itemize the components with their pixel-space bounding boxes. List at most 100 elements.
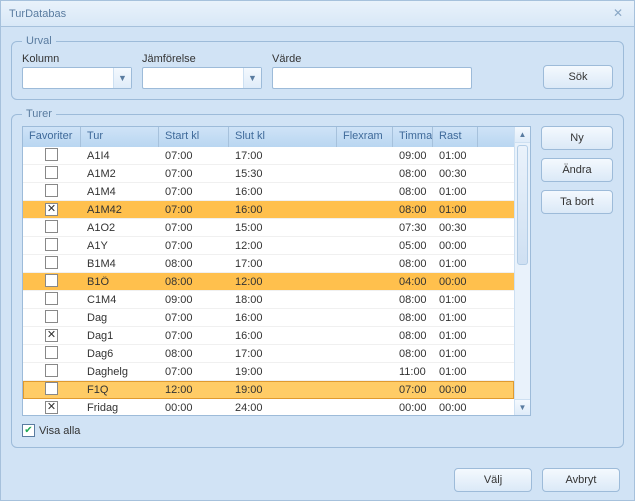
scroll-down-icon[interactable]: ▼ [515,399,530,415]
col-tur[interactable]: Tur [81,127,159,147]
favorite-cell [23,310,81,326]
window-title: TurDatabas [9,8,66,20]
col-rast[interactable]: Rast [433,127,478,147]
table-row[interactable]: ✕Dag107:0016:0008:0001:00 [23,327,514,345]
tur-cell: Dag [81,312,159,324]
favorite-checkbox[interactable] [45,346,58,359]
rast-cell: 01:00 [433,312,478,324]
timma-cell: 04:00 [393,276,433,288]
table-row[interactable]: A1M207:0015:3008:0000:30 [23,165,514,183]
favorite-checkbox[interactable] [45,256,58,269]
slut-cell: 16:00 [229,186,337,198]
turer-grid: Favoriter Tur Start kl Slut kl Flexram T… [22,126,531,416]
favorite-cell [23,166,81,182]
favorite-cell [23,238,81,254]
timma-cell: 11:00 [393,366,433,378]
favorite-checkbox[interactable] [45,292,58,305]
start-cell: 07:00 [159,240,229,252]
rast-cell: 01:00 [433,258,478,270]
favorite-checkbox[interactable] [45,220,58,233]
favorite-checkbox[interactable] [45,364,58,377]
varde-input[interactable] [273,68,471,88]
tur-cell: A1I4 [81,150,159,162]
col-slut[interactable]: Slut kl [229,127,337,147]
table-row[interactable]: C1M409:0018:0008:0001:00 [23,291,514,309]
favorite-checkbox[interactable]: ✕ [45,203,58,216]
favorite-checkbox[interactable] [45,238,58,251]
tur-cell: Dag6 [81,348,159,360]
timma-cell: 07:00 [393,384,433,396]
favorite-cell [23,364,81,380]
jamforelse-combo[interactable]: ▼ [142,67,262,89]
start-cell: 07:00 [159,222,229,234]
rast-cell: 01:00 [433,366,478,378]
rast-cell: 01:00 [433,330,478,342]
table-row[interactable]: A1M407:0016:0008:0001:00 [23,183,514,201]
start-cell: 07:00 [159,150,229,162]
table-row[interactable]: B1Ö08:0012:0004:0000:00 [23,273,514,291]
tur-cell: Dag1 [81,330,159,342]
scroll-thumb[interactable] [517,145,528,265]
col-favoriter[interactable]: Favoriter [23,127,81,147]
tabort-button[interactable]: Ta bort [541,190,613,214]
favorite-checkbox[interactable] [45,148,58,161]
visa-alla-checkbox[interactable]: ✔ [22,424,35,437]
start-cell: 00:00 [159,402,229,414]
scroll-up-icon[interactable]: ▲ [515,127,530,143]
col-start[interactable]: Start kl [159,127,229,147]
slut-cell: 24:00 [229,402,337,414]
table-row[interactable]: ✕A1M4207:0016:0008:0001:00 [23,201,514,219]
rast-cell: 00:00 [433,276,478,288]
tur-cell: C1M4 [81,294,159,306]
slut-cell: 16:00 [229,330,337,342]
visa-alla-row: ✔ Visa alla [22,424,613,437]
scroll-track[interactable] [515,143,530,399]
favorite-cell [23,220,81,236]
chevron-down-icon[interactable]: ▼ [113,68,131,88]
timma-cell: 05:00 [393,240,433,252]
slut-cell: 15:30 [229,168,337,180]
ny-button[interactable]: Ny [541,126,613,150]
table-row[interactable]: A1Y07:0012:0005:0000:00 [23,237,514,255]
valj-button[interactable]: Välj [454,468,532,492]
varde-label: Värde [272,53,472,65]
favorite-checkbox[interactable] [45,382,58,395]
close-icon[interactable]: ✕ [610,6,626,22]
titlebar: TurDatabas ✕ [1,1,634,27]
table-row[interactable]: Dag07:0016:0008:0001:00 [23,309,514,327]
timma-cell: 08:00 [393,258,433,270]
favorite-checkbox[interactable] [45,184,58,197]
favorite-checkbox[interactable]: ✕ [45,401,58,414]
chevron-down-icon[interactable]: ▼ [243,68,261,88]
favorite-checkbox[interactable] [45,166,58,179]
favorite-checkbox[interactable] [45,274,58,287]
table-row[interactable]: Daghelg07:0019:0011:0001:00 [23,363,514,381]
tur-cell: A1M42 [81,204,159,216]
rast-cell: 01:00 [433,348,478,360]
table-row[interactable]: F1Q12:0019:0007:0000:00 [23,381,514,399]
andra-button[interactable]: Ändra [541,158,613,182]
kolumn-combo[interactable]: ▼ [22,67,132,89]
tur-cell: A1O2 [81,222,159,234]
favorite-cell [23,292,81,308]
table-row[interactable]: A1O207:0015:0007:3000:30 [23,219,514,237]
rast-cell: 01:00 [433,186,478,198]
col-timma[interactable]: Timma [393,127,433,147]
table-row[interactable]: ✕Fridag00:0024:0000:0000:00 [23,399,514,415]
content-area: Urval Kolumn ▼ Jämförelse ▼ [1,27,634,464]
avbryt-button[interactable]: Avbryt [542,468,620,492]
table-row[interactable]: B1M408:0017:0008:0001:00 [23,255,514,273]
sok-button[interactable]: Sök [543,65,613,89]
turer-group: Turer Favoriter Tur Start kl Slut kl Fle… [11,108,624,448]
favorite-checkbox[interactable] [45,310,58,323]
table-row[interactable]: Dag608:0017:0008:0001:00 [23,345,514,363]
col-flexram[interactable]: Flexram [337,127,393,147]
favorite-checkbox[interactable]: ✕ [45,329,58,342]
timma-cell: 00:00 [393,402,433,414]
timma-cell: 09:00 [393,150,433,162]
slut-cell: 12:00 [229,276,337,288]
tur-cell: A1Y [81,240,159,252]
table-row[interactable]: A1I407:0017:0009:0001:00 [23,147,514,165]
slut-cell: 12:00 [229,240,337,252]
vertical-scrollbar[interactable]: ▲ ▼ [514,127,530,415]
